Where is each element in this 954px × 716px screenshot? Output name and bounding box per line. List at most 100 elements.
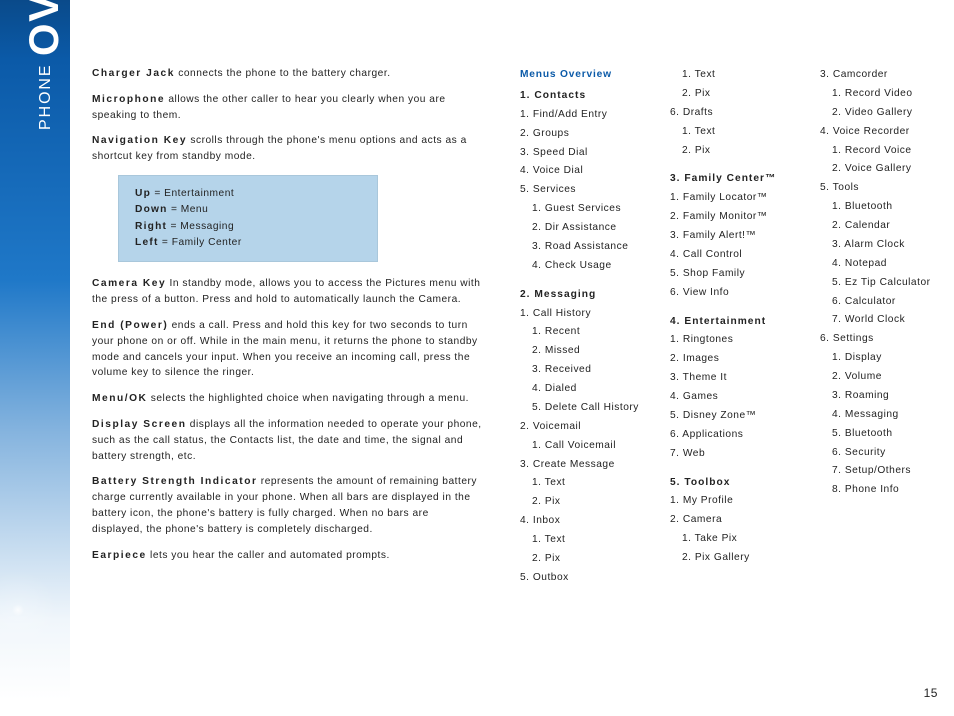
menu-item: 1. Record Voice bbox=[820, 142, 940, 161]
menu-item: 3. Alarm Clock bbox=[820, 236, 940, 255]
menu-item: 2. Messaging bbox=[520, 286, 640, 305]
menu-item: 1. Recent bbox=[520, 323, 640, 342]
desc-charger-jack: connects the phone to the battery charge… bbox=[175, 68, 391, 79]
menu-col-2: 1. Text2. Pix6. Drafts1. Text2. Pix3. Fa… bbox=[670, 66, 790, 588]
menu-item: 7. Setup/Others bbox=[820, 462, 940, 481]
term-end-power: End (Power) bbox=[92, 320, 168, 331]
term-navigation-key: Navigation Key bbox=[92, 135, 187, 146]
menu-item: 8. Phone Info bbox=[820, 481, 940, 500]
menu-item: 1. Bluetooth bbox=[820, 198, 940, 217]
desc-earpiece: lets you hear the caller and automated p… bbox=[147, 550, 390, 561]
menu-item: 2. Calendar bbox=[820, 217, 940, 236]
menu-item: 6. View Info bbox=[670, 284, 790, 303]
menu-item: 4. Check Usage bbox=[520, 257, 640, 276]
menu-item: 4. Dialed bbox=[520, 380, 640, 399]
key-left-val: = Family Center bbox=[159, 237, 242, 248]
menu-item: 6. Calculator bbox=[820, 293, 940, 312]
menu-col-3: 3. Camcorder1. Record Video2. Video Gall… bbox=[820, 66, 940, 588]
menu-item: 4. Games bbox=[670, 388, 790, 407]
menu-item: 5. Services bbox=[520, 181, 640, 200]
key-up-val: = Entertainment bbox=[151, 188, 234, 199]
menu-item: 3. Family Center™ bbox=[670, 170, 790, 189]
menu-item: 5. Ez Tip Calculator bbox=[820, 274, 940, 293]
term-charger-jack: Charger Jack bbox=[92, 68, 175, 79]
term-menu-ok: Menu/OK bbox=[92, 393, 147, 404]
menu-item: 5. Bluetooth bbox=[820, 425, 940, 444]
menu-item: 1. Display bbox=[820, 349, 940, 368]
menu-item: 1. Family Locator™ bbox=[670, 189, 790, 208]
menu-col-1: Menus Overview 1. Contacts1. Find/Add En… bbox=[520, 66, 640, 588]
menu-item: 4. Notepad bbox=[820, 255, 940, 274]
menu-item: 1. Find/Add Entry bbox=[520, 106, 640, 125]
menu-item: 1. Contacts bbox=[520, 87, 640, 106]
menu-item: 2. Pix bbox=[670, 85, 790, 104]
menu-item: 2. Camera bbox=[670, 511, 790, 530]
menu-item: 1. Call Voicemail bbox=[520, 437, 640, 456]
menu-item: 2. Pix bbox=[670, 142, 790, 161]
menu-item: 2. Family Monitor™ bbox=[670, 208, 790, 227]
menu-item: 3. Speed Dial bbox=[520, 144, 640, 163]
term-earpiece: Earpiece bbox=[92, 550, 147, 561]
menu-item: 1. Text bbox=[670, 66, 790, 85]
term-battery-indicator: Battery Strength Indicator bbox=[92, 476, 257, 487]
menu-item: 2. Pix bbox=[520, 550, 640, 569]
menu-item: 1. Guest Services bbox=[520, 200, 640, 219]
menu-item: 5. Toolbox bbox=[670, 474, 790, 493]
menu-item: 6. Drafts bbox=[670, 104, 790, 123]
menu-item: 5. Disney Zone™ bbox=[670, 407, 790, 426]
menu-item: 2. Missed bbox=[520, 342, 640, 361]
menu-item: 1. Take Pix bbox=[670, 530, 790, 549]
page-number-right: 15 bbox=[924, 686, 938, 700]
menu-item: 6. Security bbox=[820, 444, 940, 463]
menu-item: 2. Video Gallery bbox=[820, 104, 940, 123]
menu-item: 1. Text bbox=[520, 474, 640, 493]
menu-item: 2. Voice Gallery bbox=[820, 160, 940, 179]
menu-item: 4. Entertainment bbox=[670, 313, 790, 332]
menu-item: 1. Call History bbox=[520, 305, 640, 324]
menu-item: 3. Road Assistance bbox=[520, 238, 640, 257]
menu-item: 1. My Profile bbox=[670, 492, 790, 511]
menu-item: 2. Pix bbox=[520, 493, 640, 512]
menu-item: 5. Outbox bbox=[520, 569, 640, 588]
menu-item: 1. Text bbox=[670, 123, 790, 142]
menu-item: 4. Voice Dial bbox=[520, 162, 640, 181]
menu-item: 3. Roaming bbox=[820, 387, 940, 406]
key-right-label: Right bbox=[135, 221, 167, 232]
menu-item: 2. Dir Assistance bbox=[520, 219, 640, 238]
description-column: Charger Jack connects the phone to the b… bbox=[92, 66, 482, 574]
term-microphone: Microphone bbox=[92, 94, 165, 105]
menu-item: 4. Voice Recorder bbox=[820, 123, 940, 142]
term-camera-key: Camera Key bbox=[92, 278, 166, 289]
menu-item: 3. Create Message bbox=[520, 456, 640, 475]
menu-item: 5. Delete Call History bbox=[520, 399, 640, 418]
menu-item: 7. World Clock bbox=[820, 311, 940, 330]
menu-item: 3. Theme It bbox=[670, 369, 790, 388]
menus-overview-title: Menus Overview bbox=[520, 66, 640, 85]
navkey-legend-box: Up = Entertainment Down = Menu Right = M… bbox=[118, 175, 378, 262]
desc-menu-ok: selects the highlighted choice when navi… bbox=[147, 393, 469, 404]
menu-item: 4. Call Control bbox=[670, 246, 790, 265]
menus-overview-columns: Menus Overview 1. Contacts1. Find/Add En… bbox=[520, 66, 940, 588]
term-display-screen: Display Screen bbox=[92, 419, 186, 430]
menu-item: 2. Groups bbox=[520, 125, 640, 144]
menu-item: 1. Record Video bbox=[820, 85, 940, 104]
menu-item: 2. Pix Gallery bbox=[670, 549, 790, 568]
menu-item: 2. Volume bbox=[820, 368, 940, 387]
menu-item: 2. Voicemail bbox=[520, 418, 640, 437]
menu-item: 4. Messaging bbox=[820, 406, 940, 425]
section-main-title: OVERVIEW bbox=[20, 0, 67, 56]
key-down-label: Down bbox=[135, 204, 168, 215]
menu-item: 5. Shop Family bbox=[670, 265, 790, 284]
menu-item: 6. Settings bbox=[820, 330, 940, 349]
menu-item: 2. Images bbox=[670, 350, 790, 369]
key-up-label: Up bbox=[135, 188, 151, 199]
menu-item: 6. Applications bbox=[670, 426, 790, 445]
menu-item: 5. Tools bbox=[820, 179, 940, 198]
key-left-label: Left bbox=[135, 237, 159, 248]
menu-item: 1. Ringtones bbox=[670, 331, 790, 350]
menu-item: 3. Camcorder bbox=[820, 66, 940, 85]
key-right-val: = Messaging bbox=[167, 221, 234, 232]
menu-item: 4. Inbox bbox=[520, 512, 640, 531]
section-title: PHONE OVERVIEW bbox=[20, 0, 68, 130]
menu-item: 1. Text bbox=[520, 531, 640, 550]
